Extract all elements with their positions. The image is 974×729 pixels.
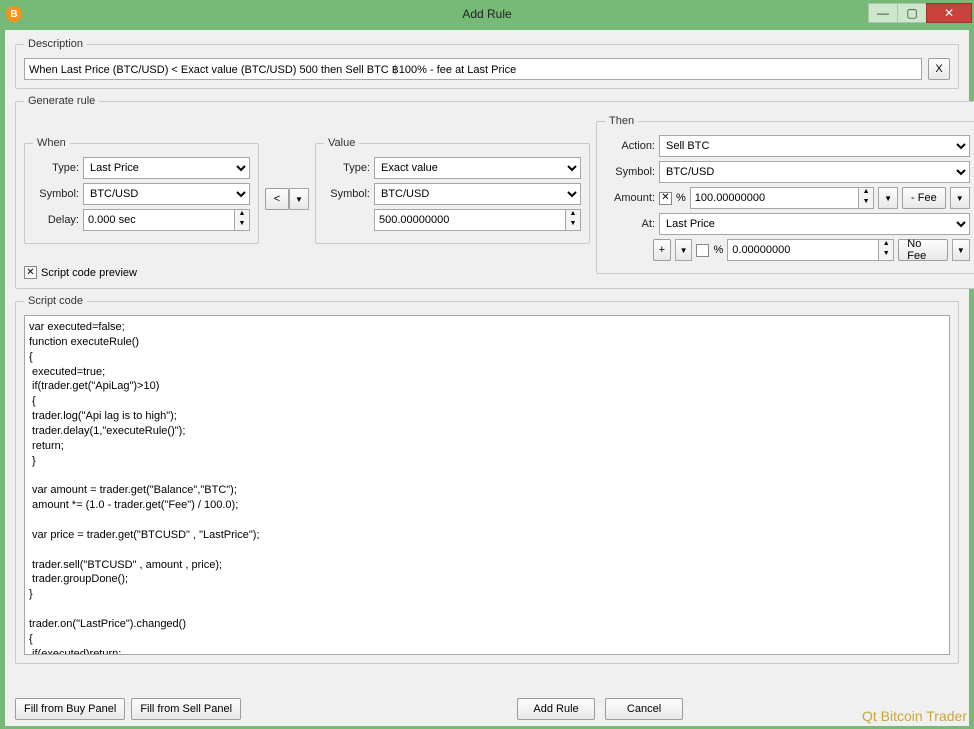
fill-from-sell-button[interactable]: Fill from Sell Panel (131, 698, 241, 720)
comparator-button[interactable]: < (265, 188, 289, 210)
generate-rule-legend: Generate rule (24, 95, 99, 107)
value-symbol-label: Symbol: (324, 188, 370, 200)
value-legend: Value (324, 137, 359, 149)
window-title: Add Rule (0, 7, 974, 21)
when-type-select[interactable]: Last Price (83, 157, 250, 179)
dialog-body: Description X Generate rule When Type: L… (5, 30, 969, 726)
then-nofee-dropdown[interactable]: ▼ (952, 239, 970, 261)
then-symbol-select[interactable]: BTC/USD (659, 161, 970, 183)
script-code-group: Script code var executed=false; function… (15, 295, 959, 664)
then-action-label: Action: (605, 140, 655, 152)
minimize-button[interactable]: — (868, 3, 898, 23)
generate-rule-group: Generate rule When Type: Last Price Symb… (15, 95, 974, 289)
close-button[interactable]: ✕ (926, 3, 972, 23)
comparator-dropdown[interactable]: ▼ (289, 188, 309, 210)
then-legend: Then (605, 115, 638, 127)
description-group: Description X (15, 38, 959, 89)
then-nofee-button[interactable]: No Fee (898, 239, 948, 261)
description-legend: Description (24, 38, 87, 50)
then-group: Then Action: Sell BTC Symbol: BTC/USD Am… (596, 115, 974, 274)
value-amount-spinner[interactable]: ▲▼ (565, 209, 581, 231)
then-amount-input[interactable] (690, 187, 858, 209)
when-group: When Type: Last Price Symbol: BTC/USD De… (24, 137, 259, 244)
then-extra-percent-checkbox[interactable] (696, 244, 709, 257)
when-legend: When (33, 137, 70, 149)
then-extra-input[interactable] (727, 239, 878, 261)
add-rule-button[interactable]: Add Rule (517, 698, 595, 720)
brand-label: Qt Bitcoin Trader (862, 708, 967, 724)
value-group: Value Type: Exact value Symbol: BTC/USD … (315, 137, 590, 244)
then-fee-button[interactable]: - Fee (902, 187, 946, 209)
then-extra-percent-label: % (713, 244, 723, 256)
when-delay-spinner[interactable]: ▲▼ (234, 209, 250, 231)
when-delay-label: Delay: (33, 214, 79, 226)
value-type-select[interactable]: Exact value (374, 157, 581, 179)
cancel-button[interactable]: Cancel (605, 698, 683, 720)
then-at-select[interactable]: Last Price (659, 213, 970, 235)
script-code-legend: Script code (24, 295, 87, 307)
title-bar: B Add Rule — ▢ ✕ (0, 0, 974, 28)
then-extra-spinner[interactable]: ▲▼ (878, 239, 894, 261)
then-plus-button[interactable]: + (653, 239, 671, 261)
then-amount-label: Amount: (605, 192, 655, 204)
then-plus-dropdown[interactable]: ▼ (675, 239, 693, 261)
bottom-toolbar: Fill from Buy Panel Fill from Sell Panel… (15, 698, 959, 720)
value-type-label: Type: (324, 162, 370, 174)
then-fee-dropdown[interactable]: ▼ (950, 187, 970, 209)
script-preview-label: Script code preview (41, 267, 137, 279)
maximize-button[interactable]: ▢ (897, 3, 927, 23)
then-symbol-label: Symbol: (605, 166, 655, 178)
clear-description-button[interactable]: X (928, 58, 950, 80)
then-action-select[interactable]: Sell BTC (659, 135, 970, 157)
script-preview-checkbox[interactable]: ✕ Script code preview (24, 266, 259, 279)
description-input[interactable] (24, 58, 922, 80)
when-type-label: Type: (33, 162, 79, 174)
then-percent-label: % (676, 192, 686, 204)
script-code-textarea[interactable]: var executed=false; function executeRule… (24, 315, 950, 655)
fill-from-buy-button[interactable]: Fill from Buy Panel (15, 698, 125, 720)
value-amount-input[interactable] (374, 209, 565, 231)
app-icon: B (6, 6, 22, 22)
then-percent-checkbox[interactable]: ✕ (659, 192, 672, 205)
then-at-label: At: (605, 218, 655, 230)
when-symbol-select[interactable]: BTC/USD (83, 183, 250, 205)
then-amount-spinner[interactable]: ▲▼ (858, 187, 874, 209)
when-symbol-label: Symbol: (33, 188, 79, 200)
when-delay-input[interactable] (83, 209, 234, 231)
then-amount-dropdown[interactable]: ▼ (878, 187, 898, 209)
value-symbol-select[interactable]: BTC/USD (374, 183, 581, 205)
